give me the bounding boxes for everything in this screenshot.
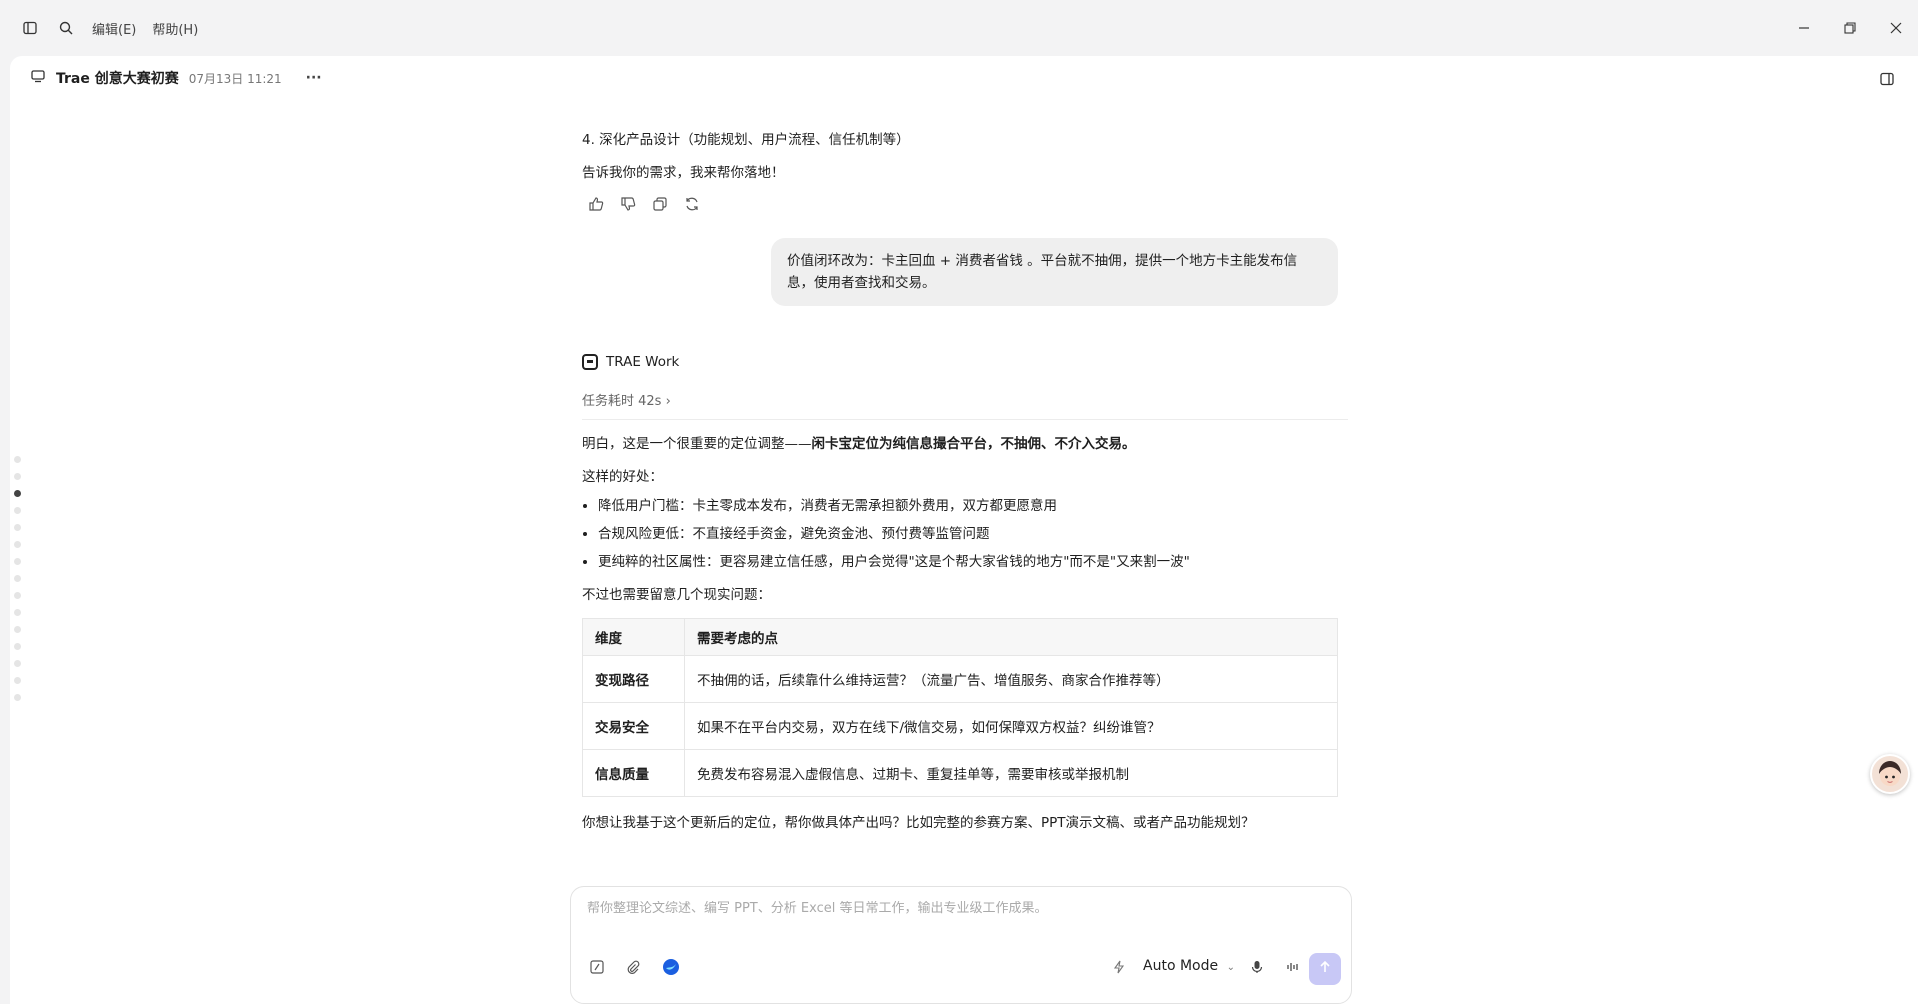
list-item: 更纯粹的社区属性：更容易建立信任感，用户会觉得"这是个帮大家省钱的地方"而不是"… [598,552,1348,572]
table-header-row: 维度 需要考虑的点 [582,618,1338,656]
conversation-header: Trae 创意大赛初赛 07月13日 11:21 ··· [30,68,322,88]
minimize-icon[interactable] [1790,14,1818,42]
message-actions [588,196,1348,212]
benefits-title: 这样的好处： [582,469,663,485]
regenerate-icon[interactable] [684,196,700,212]
table-row: 信息质量 免费发布容易混入虚假信息、过期卡、重复挂单等，需要审核或举报机制 [582,749,1338,797]
panel-toggle-icon[interactable] [1880,72,1894,90]
sidebar-toggle-icon[interactable] [16,14,44,42]
more-icon[interactable]: ··· [306,70,322,86]
copy-icon[interactable] [652,196,668,212]
benefits-list: 降低用户门槛：卡主零成本发布，消费者无需承担额外费用，双方都更愿意用 合规风险更… [598,496,1348,572]
search-icon[interactable] [52,14,80,42]
chat-icon [30,68,46,88]
prev-cta: 告诉我你的需求，我来帮你落地！ [582,165,785,181]
slash-command-icon[interactable] [585,955,609,979]
reply-intro: 明白，这是一个很重要的定位调整——闲卡宝定位为纯信息撮合平台，不抽佣、不介入交易… [582,436,1136,452]
menu-help[interactable]: 帮助(H) [152,19,198,38]
attach-icon[interactable] [621,955,645,979]
title-bar: 编辑(E) 帮助(H) [0,0,1918,56]
bot-reply: 明白，这是一个很重要的定位调整——闲卡宝定位为纯信息撮合平台，不抽佣、不介入交易… [582,434,1348,833]
lightning-icon[interactable] [1107,955,1131,979]
table-header: 需要考虑的点 [684,618,1338,656]
message-input[interactable] [587,901,1327,916]
chevron-down-icon: ⌄ [1226,962,1235,973]
user-message: 价值闭环改为：卡主回血 + 消费者省钱 。平台就不抽佣，提供一个地方卡主能发布信… [771,238,1338,306]
restore-icon[interactable] [1836,14,1864,42]
thumbs-up-icon[interactable] [588,196,604,212]
issues-title: 不过也需要留意几个现实问题： [582,587,771,603]
main-panel: Trae 创意大赛初赛 07月13日 11:21 ··· 4. 深化产品设计（功… [10,56,1918,1004]
issues-table: 维度 需要考虑的点 变现路径 不抽佣的话，后续靠什么维持运营？（流量广告、增值服… [582,618,1338,797]
prev-list-item: 4. 深化产品设计（功能规划、用户流程、信任机制等） [582,132,910,148]
conversation-time: 07月13日 11:21 [188,71,282,86]
scroll-navigator[interactable] [14,456,21,701]
trae-logo-icon [582,354,598,370]
composer: Auto Mode ⌄ [570,886,1352,1004]
bot-header: TRAE Work [582,354,1348,370]
followup-question: 你想让我基于这个更新后的定位，帮你做具体产出吗？比如完整的参赛方案、PPT演示文… [582,815,1255,831]
voice-waveform-icon[interactable] [1281,955,1305,979]
list-item: 降低用户门槛：卡主零成本发布，消费者无需承担额外费用，双方都更愿意用 [598,496,1348,516]
arrow-up-icon [1318,960,1332,978]
menu-edit[interactable]: 编辑(E) [92,19,136,38]
agent-app-icon[interactable] [659,955,683,979]
list-item: 合规风险更低：不直接经手资金，避免资金池、预付费等监管问题 [598,524,1348,544]
mode-selector[interactable]: Auto Mode ⌄ [1143,958,1235,974]
conversation-title: Trae 创意大赛初赛 [56,71,179,87]
table-row: 交易安全 如果不在平台内交易，双方在线下/微信交易，如何保障双方权益？纠纷谁管？ [582,702,1338,750]
bot-name: TRAE Work [606,354,680,370]
assistant-avatar[interactable] [1870,754,1910,794]
close-icon[interactable] [1882,14,1910,42]
task-duration[interactable]: 任务耗时 42s › [582,390,1348,420]
microphone-icon[interactable] [1245,955,1269,979]
table-header: 维度 [582,618,685,656]
chat-thread: 4. 深化产品设计（功能规划、用户流程、信任机制等） 告诉我你的需求，我来帮你落… [582,130,1348,846]
table-row: 变现路径 不抽佣的话，后续靠什么维持运营？（流量广告、增值服务、商家合作推荐等） [582,655,1338,703]
thumbs-down-icon[interactable] [620,196,636,212]
send-button[interactable] [1309,953,1341,985]
